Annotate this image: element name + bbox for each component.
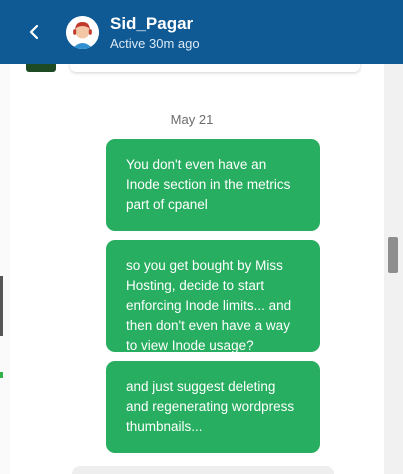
chat-header: Sid_Pagar Active 30m ago [0, 0, 403, 64]
message-text: You don't even have an Inode section in … [126, 157, 291, 212]
attachment-icon [26, 64, 56, 72]
message-bubble: so you get bought by Miss Hosting, decid… [106, 240, 320, 353]
background-page-mark [0, 372, 3, 378]
message-list: May 21 You don't even have an Inode sect… [10, 64, 384, 474]
message-bubble: You don't even have an Inode section in … [106, 139, 320, 231]
message-bubble: and just suggest deleting and regenerati… [106, 361, 320, 453]
message-text: and just suggest deleting and regenerati… [126, 379, 295, 434]
contact-status: Active 30m ago [110, 36, 200, 51]
background-page-mark [0, 276, 3, 336]
contact-name: Sid_Pagar [110, 14, 194, 33]
previous-message-card [70, 64, 360, 72]
avatar[interactable] [66, 16, 99, 49]
scrollbar[interactable] [384, 64, 403, 474]
message-text: so you get bought by Miss Hosting, decid… [126, 258, 292, 353]
next-message-card [72, 466, 334, 474]
chevron-left-icon [29, 24, 39, 40]
background-page-strip [0, 64, 10, 474]
back-button[interactable] [20, 18, 48, 46]
avatar-illustration [66, 16, 99, 49]
scrollbar-thumb[interactable] [388, 237, 398, 273]
date-separator: May 21 [170, 112, 214, 127]
